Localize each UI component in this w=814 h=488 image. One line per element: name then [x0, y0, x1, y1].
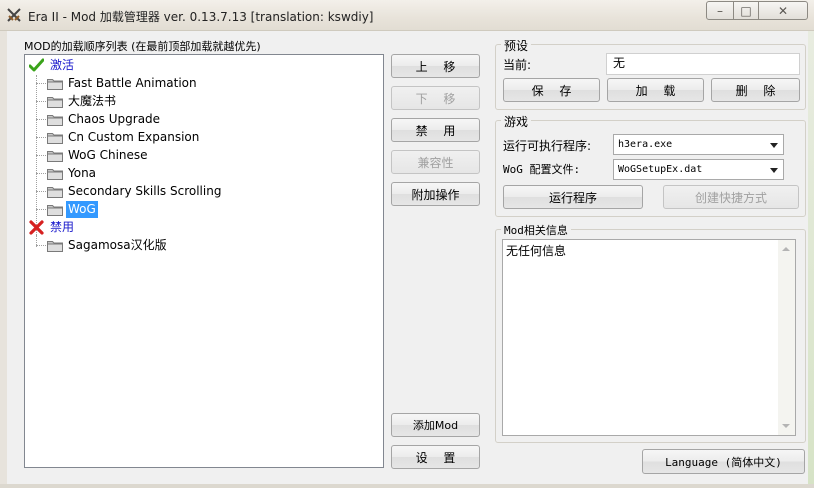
- list-item[interactable]: Yona: [36, 165, 376, 182]
- preset-save-button[interactable]: 保 存: [503, 78, 600, 102]
- folder-icon: [47, 79, 63, 90]
- tree-connector: [36, 209, 46, 210]
- tree-connector: [36, 173, 46, 174]
- list-item-selected[interactable]: WoG: [36, 201, 376, 218]
- preset-delete-button[interactable]: 删 除: [711, 78, 800, 102]
- window-title: Era II - Mod 加载管理器 ver. 0.13.7.13 [trans…: [28, 10, 374, 24]
- preset-current-field[interactable]: 无: [606, 53, 800, 75]
- mod-tree[interactable]: 激活 Fast Battle Animation 大魔法书 Chaos Upgr…: [24, 54, 384, 468]
- mod-name: Secondary Skills Scrolling: [68, 184, 222, 198]
- enabled-group-label: 激活: [50, 58, 75, 72]
- mod-name: Cn Custom Expansion: [68, 130, 200, 144]
- maximize-button[interactable]: □: [733, 1, 759, 20]
- game-group-title: 游戏: [501, 113, 532, 130]
- info-group-title: Mod相关信息: [501, 222, 571, 238]
- move-down-button[interactable]: 下 移: [391, 86, 480, 110]
- folder-icon: [47, 205, 63, 216]
- chevron-down-icon: [770, 168, 778, 173]
- config-label: WoG 配置文件:: [503, 163, 581, 176]
- mod-info-textarea[interactable]: 无任何信息: [502, 239, 796, 436]
- preset-current-label: 当前:: [503, 58, 532, 72]
- list-item[interactable]: Fast Battle Animation: [36, 75, 376, 92]
- mod-name: WoG Chinese: [68, 148, 148, 162]
- mod-name: Fast Battle Animation: [68, 76, 197, 90]
- preset-group-title: 预设: [501, 37, 532, 54]
- window-bottom-border: [0, 484, 814, 488]
- window-left-border: [0, 30, 7, 488]
- exe-select[interactable]: h3era.exe: [613, 134, 784, 155]
- folder-icon: [47, 115, 63, 126]
- folder-icon: [47, 169, 63, 180]
- exe-label: 运行可执行程序:: [503, 139, 592, 153]
- list-item[interactable]: Chaos Upgrade: [36, 111, 376, 128]
- crossed-swords-icon: [7, 8, 21, 22]
- mod-info-text: 无任何信息: [506, 244, 567, 258]
- config-select-value: WoGSetupEx.dat: [618, 164, 703, 175]
- list-item[interactable]: Sagamosa汉化版: [36, 237, 376, 254]
- list-item[interactable]: 大魔法书: [36, 93, 376, 110]
- title-bar[interactable]: Era II - Mod 加载管理器 ver. 0.13.7.13 [trans…: [0, 0, 814, 31]
- preset-load-button[interactable]: 加 载: [607, 78, 704, 102]
- mod-name: 大魔法书: [68, 94, 117, 108]
- tree-connector: [36, 119, 46, 120]
- folder-icon: [47, 241, 63, 252]
- folder-icon: [47, 133, 63, 144]
- scroll-up-icon[interactable]: [782, 247, 790, 251]
- mod-name: Yona: [68, 166, 97, 180]
- close-icon: ✕: [777, 3, 789, 18]
- exe-select-value: h3era.exe: [618, 139, 673, 150]
- mod-name: Chaos Upgrade: [68, 112, 161, 126]
- config-select[interactable]: WoGSetupEx.dat: [613, 159, 784, 180]
- folder-icon: [47, 151, 63, 162]
- move-up-button[interactable]: 上 移: [391, 54, 480, 78]
- main-window: Era II - Mod 加载管理器 ver. 0.13.7.13 [trans…: [0, 0, 814, 488]
- tree-connector: [36, 137, 46, 138]
- tree-group-disabled[interactable]: 禁用: [28, 219, 128, 236]
- list-item[interactable]: Cn Custom Expansion: [36, 129, 376, 146]
- check-icon: [29, 58, 44, 72]
- maximize-icon: □: [740, 3, 752, 18]
- list-item[interactable]: Secondary Skills Scrolling: [36, 183, 376, 200]
- mod-name-selected: WoG: [66, 201, 98, 218]
- tree-connector: [36, 191, 46, 192]
- extra-actions-button[interactable]: 附加操作: [391, 182, 480, 206]
- red-cross-icon: [29, 220, 44, 235]
- tree-connector: [36, 245, 46, 246]
- disabled-group-label: 禁用: [50, 220, 75, 234]
- mod-list-label: MOD的加载顺序列表 (在最前顶部加载就越优先): [24, 40, 261, 53]
- scroll-down-icon[interactable]: [782, 424, 790, 428]
- minimize-icon: –: [717, 3, 723, 18]
- create-shortcut-button[interactable]: 创建快捷方式: [663, 185, 799, 209]
- tree-connector: [36, 83, 46, 84]
- language-button[interactable]: Language (简体中文): [642, 449, 805, 474]
- compatibility-button[interactable]: 兼容性: [391, 150, 480, 174]
- run-button[interactable]: 运行程序: [503, 185, 643, 209]
- settings-button[interactable]: 设 置: [391, 445, 480, 469]
- chevron-down-icon: [770, 143, 778, 148]
- mod-name: Sagamosa汉化版: [68, 238, 167, 252]
- tree-connector: [36, 155, 46, 156]
- close-button[interactable]: ✕: [758, 1, 808, 20]
- folder-icon: [47, 97, 63, 108]
- info-scrollbar[interactable]: [778, 240, 795, 435]
- folder-icon: [47, 187, 63, 198]
- tree-connector: [36, 101, 46, 102]
- disable-button[interactable]: 禁 用: [391, 118, 480, 142]
- tree-group-enabled[interactable]: 激活: [28, 57, 128, 74]
- desktop-background: [808, 30, 814, 488]
- minimize-button[interactable]: –: [706, 1, 734, 20]
- add-mod-button[interactable]: 添加Mod: [391, 413, 480, 437]
- list-item[interactable]: WoG Chinese: [36, 147, 376, 164]
